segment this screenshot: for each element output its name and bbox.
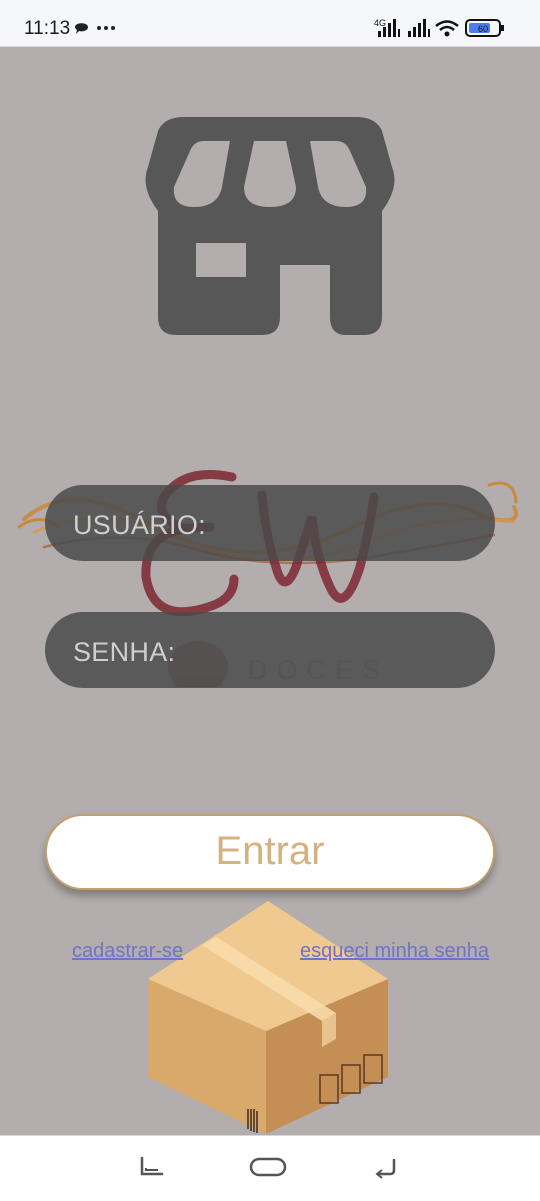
battery-level: 60: [478, 24, 488, 34]
username-input[interactable]: [225, 499, 479, 549]
password-field[interactable]: SENHA:: [45, 612, 495, 688]
status-time: 11:13: [24, 18, 71, 39]
store-icon: [145, 117, 395, 335]
login-screen: EW DOCES USUÁRIO: SENHA: Entrar: [0, 47, 540, 1135]
recent-apps-button[interactable]: [138, 1154, 164, 1180]
password-input[interactable]: [225, 626, 479, 676]
signal-icon-2: [408, 19, 430, 37]
forgot-password-link[interactable]: esqueci minha senha: [300, 940, 489, 963]
system-nav-bar: [0, 1135, 540, 1201]
username-field[interactable]: USUÁRIO:: [45, 485, 495, 561]
cardboard-box-image: [148, 901, 388, 1134]
register-link[interactable]: cadastrar-se: [72, 940, 183, 963]
password-label: SENHA:: [73, 637, 176, 667]
chat-icon: [75, 23, 88, 34]
wifi-icon: [435, 20, 459, 37]
status-right-icons: 4G 60: [374, 18, 504, 37]
username-label: USUÁRIO:: [73, 510, 206, 540]
status-bar: 11:13 4G 60: [0, 0, 540, 47]
home-button[interactable]: [249, 1154, 289, 1180]
more-notifications-icon: [97, 26, 115, 30]
entrar-button[interactable]: Entrar: [45, 814, 495, 890]
back-button[interactable]: [372, 1154, 398, 1180]
network-type-label: 4G: [374, 18, 386, 28]
status-left-icons: [75, 23, 115, 34]
